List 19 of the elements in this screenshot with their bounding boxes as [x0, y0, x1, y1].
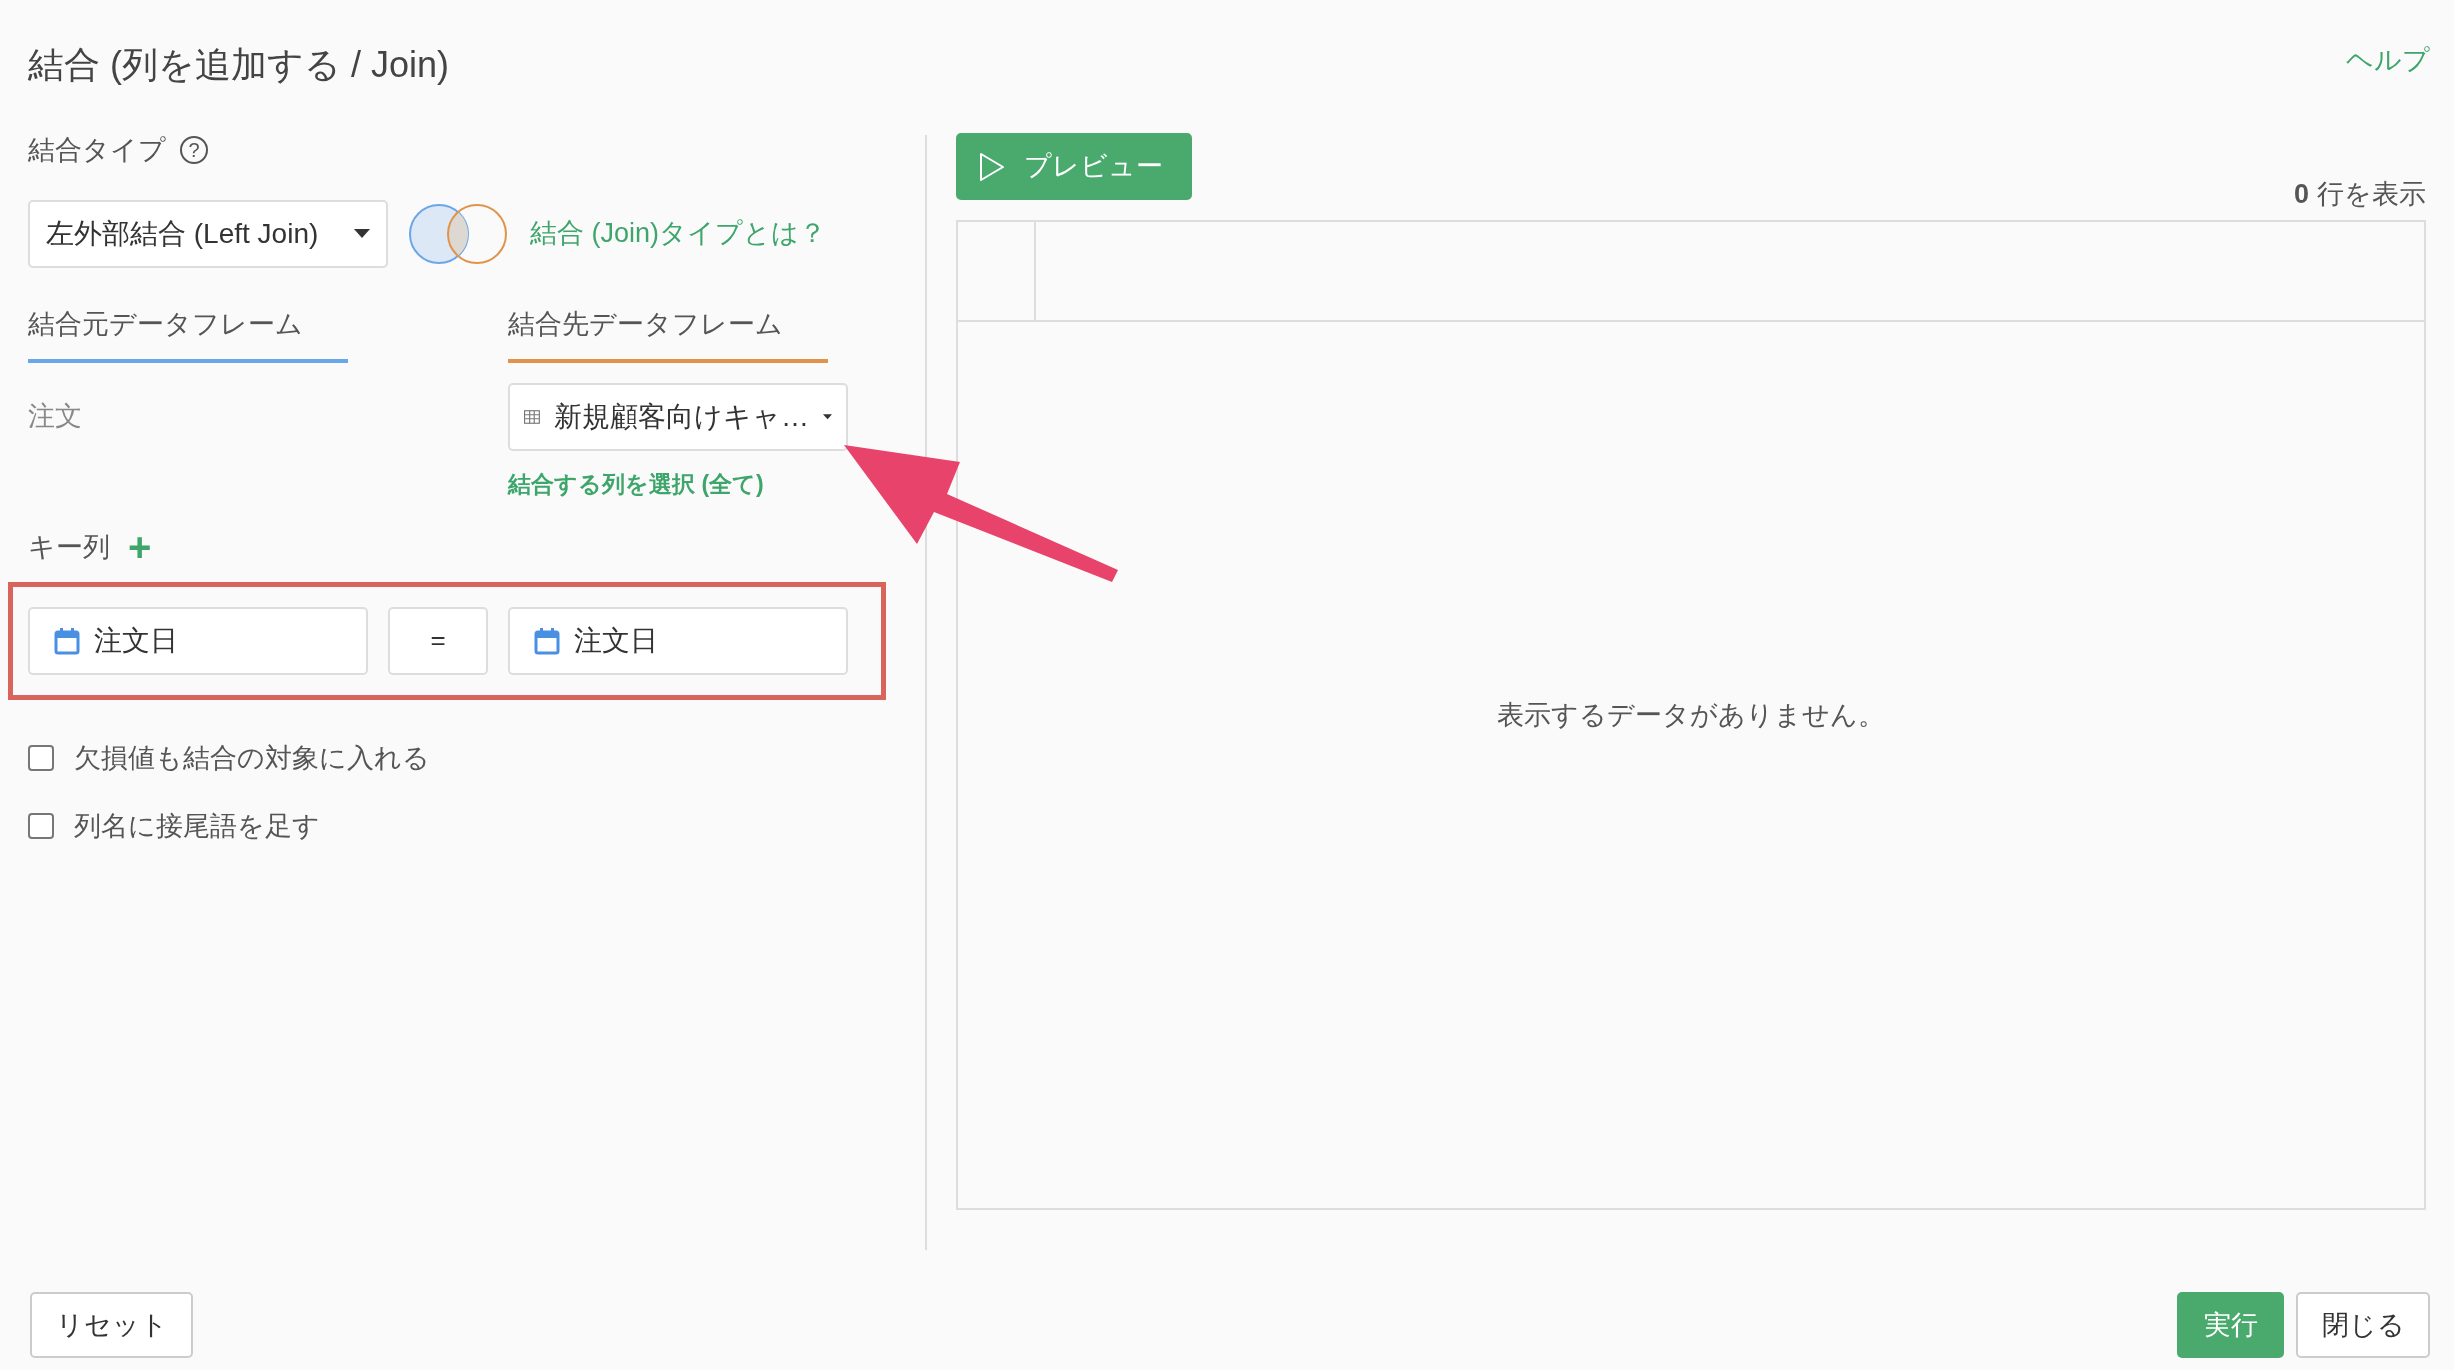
join-type-label: 結合タイプ	[28, 133, 166, 167]
target-frame-select[interactable]: 新規顧客向けキャ…	[508, 382, 848, 451]
dialog-title: 結合 (列を追加する / Join)	[28, 43, 450, 87]
key-column-select[interactable]: 注文日	[28, 606, 368, 675]
frame-heading: 結合先データフレーム	[508, 304, 828, 363]
frame-heading: 結合元データフレーム	[28, 304, 348, 363]
option-label: 列名に接尾語を足す	[74, 810, 320, 843]
key-columns-label: キー列	[28, 531, 110, 564]
join-type-select[interactable]: 左外部結合 (Left Join)	[28, 200, 388, 268]
operator-select[interactable]: =	[388, 606, 488, 675]
row-count: 0	[2293, 177, 2309, 211]
empty-message: 表示するデータがありません。	[1497, 698, 1885, 732]
row-count-label: 行を表示	[2317, 177, 2426, 211]
reset-button[interactable]: リセット	[30, 1292, 193, 1358]
help-icon[interactable]: ?	[180, 136, 208, 164]
source-frame-name: 注文	[28, 400, 83, 434]
option-label: 欠損値も結合の対象に入れる	[74, 741, 430, 775]
key-column-select[interactable]: 注文日	[508, 606, 848, 675]
close-button[interactable]: 閉じる	[2296, 1292, 2430, 1358]
